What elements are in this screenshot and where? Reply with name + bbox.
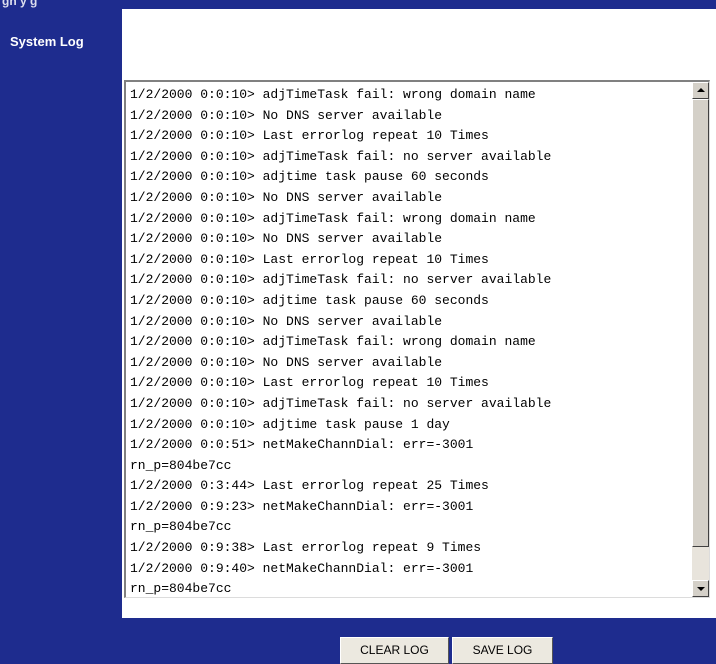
page-title: System Log — [10, 34, 84, 49]
top-banner: gn y g — [0, 0, 716, 9]
triangle-up-icon — [697, 88, 705, 92]
sidebar: System Log — [0, 9, 122, 664]
save-log-button[interactable]: SAVE LOG — [452, 637, 553, 664]
log-content: 1/2/2000 0:0:10> adjTimeTask fail: wrong… — [130, 87, 552, 597]
scroll-up-button[interactable] — [692, 82, 709, 99]
system-log-textarea[interactable]: 1/2/2000 0:0:10> adjTimeTask fail: wrong… — [124, 80, 710, 598]
scroll-down-button[interactable] — [692, 580, 709, 597]
triangle-down-icon — [697, 587, 705, 591]
scroll-thumb[interactable] — [692, 99, 709, 547]
clear-log-button[interactable]: CLEAR LOG — [340, 637, 449, 664]
banner-title-fragment: gn y g — [2, 0, 38, 8]
vertical-scrollbar[interactable] — [692, 82, 709, 597]
